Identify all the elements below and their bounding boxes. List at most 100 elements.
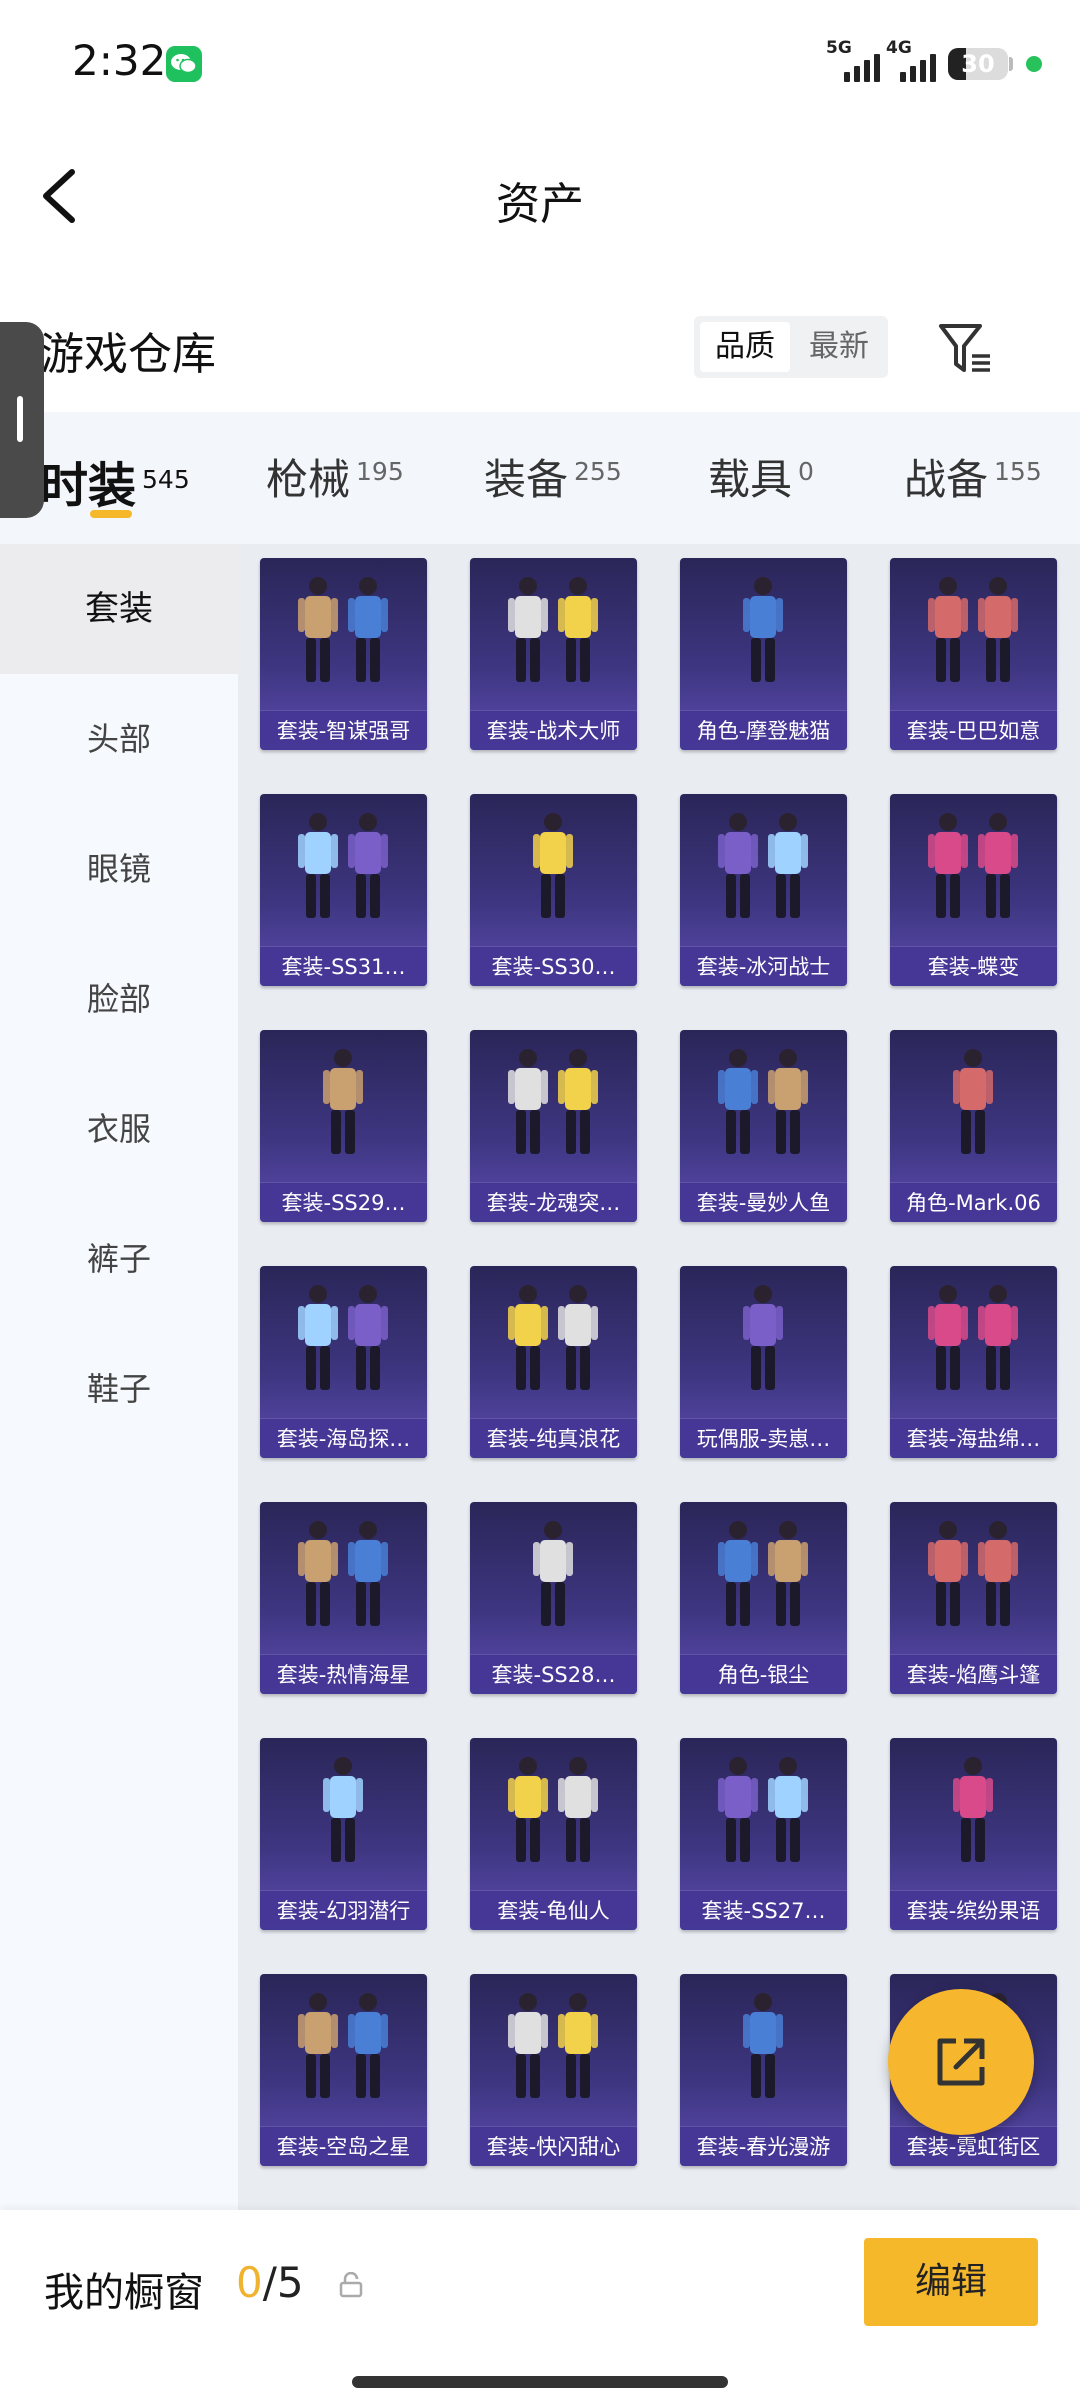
tab-count: 545: [142, 465, 190, 494]
showcase-total: /5: [262, 2258, 304, 2307]
item-card[interactable]: 套装-纯真浪花: [470, 1266, 637, 1458]
item-card[interactable]: 套装-龙魂突…: [470, 1030, 637, 1222]
tab-weapons[interactable]: 枪械 195: [266, 446, 404, 507]
item-card[interactable]: 套装-缤纷果语: [890, 1738, 1057, 1930]
item-card[interactable]: 套装-海岛探…: [260, 1266, 427, 1458]
status-dot: [1026, 56, 1042, 72]
share-fab[interactable]: [888, 1989, 1034, 2135]
item-card[interactable]: 套装-战术大师: [470, 558, 637, 750]
item-card-label: 套装-焰鹰斗篷: [890, 1654, 1057, 1694]
subcategory-clothes[interactable]: 衣服: [0, 1064, 238, 1194]
page-title: 资产: [496, 179, 584, 230]
item-thumbnail: [298, 813, 388, 918]
subcategory-head[interactable]: 头部: [0, 674, 238, 804]
item-thumbnail: [323, 1049, 363, 1154]
subcategory-glasses[interactable]: 眼镜: [0, 804, 238, 934]
item-thumbnail: [508, 1993, 598, 2098]
status-bar: 2:32 5G 4G 30: [0, 0, 1080, 120]
item-thumbnail: [533, 1521, 573, 1626]
item-card[interactable]: 套装-幻羽潜行: [260, 1738, 427, 1930]
item-card-label: 套装-热情海星: [260, 1654, 427, 1694]
item-card[interactable]: 套装-SS29…: [260, 1030, 427, 1222]
item-card[interactable]: 套装-SS28…: [470, 1502, 637, 1694]
subcategory-shoes[interactable]: 鞋子: [0, 1324, 238, 1454]
network-label-4g: 4G: [886, 38, 912, 58]
item-thumbnail: [743, 1993, 783, 2098]
status-time: 2:32: [72, 36, 167, 85]
item-thumbnail: [718, 1049, 808, 1154]
item-card[interactable]: 套装-智谋强哥: [260, 558, 427, 750]
item-card-label: 套装-战术大师: [470, 710, 637, 750]
item-card-label: 角色-银尘: [680, 1654, 847, 1694]
item-thumbnail: [508, 1757, 598, 1862]
page: 2:32 5G 4G 30 资产 游戏仓库 品质 最新 时装 545 枪械 19…: [0, 0, 1080, 2403]
item-card-label: 套装-海岛探…: [260, 1418, 427, 1458]
tab-supplies[interactable]: 战备 155: [904, 446, 1042, 507]
external-link-icon: [937, 2038, 985, 2086]
tab-label: 载具: [708, 455, 793, 504]
tab-count: 255: [574, 457, 622, 486]
item-card[interactable]: 套装-快闪甜心: [470, 1974, 637, 2166]
item-thumbnail: [928, 1285, 1018, 1390]
item-card[interactable]: 套装-热情海星: [260, 1502, 427, 1694]
item-card[interactable]: 角色-Mark.06: [890, 1030, 1057, 1222]
item-thumbnail: [323, 1757, 363, 1862]
item-card[interactable]: 套装-巴巴如意: [890, 558, 1057, 750]
battery-icon: 30: [948, 48, 1008, 80]
item-card-label: 角色-摩登魅猫: [680, 710, 847, 750]
item-card[interactable]: 玩偶服-卖崽…: [680, 1266, 847, 1458]
network-label-5g: 5G: [826, 38, 852, 58]
sort-option-quality[interactable]: 品质: [700, 322, 790, 372]
subcategory-outfit[interactable]: 套装: [0, 544, 238, 674]
item-card[interactable]: 套装-蝶变: [890, 794, 1057, 986]
filter-button[interactable]: [936, 318, 996, 378]
item-card[interactable]: 套装-空岛之星: [260, 1974, 427, 2166]
item-thumbnail: [743, 577, 783, 682]
item-grid: 套装-智谋强哥 套装-战术大师 角色-摩登魅猫 套装-巴巴如意套装-SS31… 套装-S…: [238, 544, 1080, 2210]
tab-label: 战备: [904, 455, 989, 504]
subcategory-face[interactable]: 脸部: [0, 934, 238, 1064]
item-card[interactable]: 套装-海盐绵…: [890, 1266, 1057, 1458]
item-card-label: 套装-智谋强哥: [260, 710, 427, 750]
item-thumbnail: [953, 1757, 993, 1862]
edit-button[interactable]: 编辑: [864, 2238, 1038, 2326]
showcase-current: 0: [236, 2258, 263, 2307]
item-card[interactable]: 套装-曼妙人鱼: [680, 1030, 847, 1222]
item-card[interactable]: 套装-春光漫游: [680, 1974, 847, 2166]
item-card[interactable]: 套装-SS31…: [260, 794, 427, 986]
category-tabs: 时装 545 枪械 195 装备 255 载具 0 战备 155: [0, 412, 1080, 544]
tab-equipment[interactable]: 装备 255: [484, 446, 622, 507]
lock-icon: [339, 2272, 363, 2298]
subcategory-pants[interactable]: 裤子: [0, 1194, 238, 1324]
tab-fashion[interactable]: 时装 545: [40, 446, 190, 516]
item-card-label: 套装-纯真浪花: [470, 1418, 637, 1458]
home-indicator: [352, 2376, 728, 2388]
subcategory-list: 套装 头部 眼镜 脸部 衣服 裤子 鞋子: [0, 544, 238, 2210]
item-card[interactable]: 角色-银尘: [680, 1502, 847, 1694]
sort-option-newest[interactable]: 最新: [794, 322, 884, 372]
bottom-bar: 我的橱窗 0/5 编辑: [0, 2210, 1080, 2403]
side-drawer-handle[interactable]: [0, 322, 44, 518]
item-card-label: 套装-龙魂突…: [470, 1182, 637, 1222]
item-thumbnail: [298, 1285, 388, 1390]
item-card-label: 套装-SS29…: [260, 1182, 427, 1222]
item-thumbnail: [298, 1993, 388, 2098]
item-card[interactable]: 套装-SS30…: [470, 794, 637, 986]
item-thumbnail: [508, 577, 598, 682]
item-thumbnail: [298, 1521, 388, 1626]
tab-label: 枪械: [266, 455, 351, 504]
item-card-label: 玩偶服-卖崽…: [680, 1418, 847, 1458]
item-card[interactable]: 套装-焰鹰斗篷: [890, 1502, 1057, 1694]
filter-icon: [939, 324, 990, 372]
tab-label: 装备: [484, 455, 569, 504]
showcase-label: 我的橱窗: [44, 2270, 204, 2316]
item-card[interactable]: 角色-摩登魅猫: [680, 558, 847, 750]
tab-vehicles[interactable]: 载具 0: [708, 446, 814, 507]
item-card[interactable]: 套装-龟仙人: [470, 1738, 637, 1930]
item-card-label: 套装-龟仙人: [470, 1890, 637, 1930]
item-card[interactable]: 套装-冰河战士: [680, 794, 847, 986]
item-card-label: 套装-快闪甜心: [470, 2126, 637, 2166]
item-card-label: 套装-缤纷果语: [890, 1890, 1057, 1930]
item-card[interactable]: 套装-SS27…: [680, 1738, 847, 1930]
item-card-label: 套装-巴巴如意: [890, 710, 1057, 750]
